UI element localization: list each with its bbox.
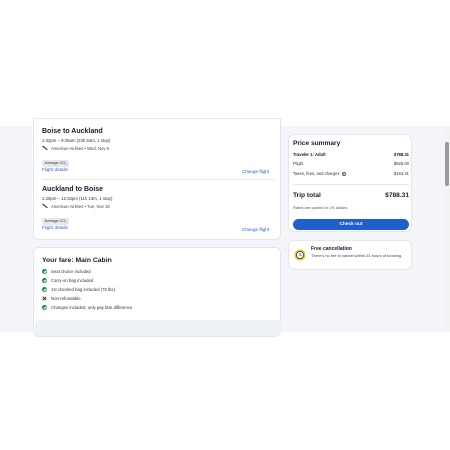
scrollbar-thumb[interactable] bbox=[445, 142, 449, 186]
info-icon[interactable]: i bbox=[341, 172, 346, 176]
fare-title: Your fare: Main Cabin bbox=[42, 257, 112, 264]
fare-feature: Seat choice included bbox=[42, 269, 91, 274]
return-title: Auckland to Boise bbox=[42, 186, 104, 193]
return-change-flight-link[interactable]: Change flight bbox=[242, 227, 269, 232]
taxes-row: Taxes, fees, and charges i $163.31 bbox=[293, 171, 409, 176]
traveler-value: $788.31 bbox=[393, 152, 409, 157]
check-icon bbox=[42, 278, 47, 283]
free-cancellation-title: Free cancellation bbox=[311, 246, 352, 252]
fare-feature-label: Changes included, only pay fare differen… bbox=[51, 305, 133, 310]
return-airline: American Airlines • Tue, Nov 18 bbox=[51, 203, 110, 209]
fare-feature: Changes included, only pay fare differen… bbox=[42, 305, 132, 310]
return-airline-row: American Airlines • Tue, Nov 18 bbox=[42, 203, 274, 209]
fare-feature: Non-refundable bbox=[42, 296, 81, 301]
flight-price-row: Flight $625.00 bbox=[293, 161, 409, 166]
outbound-airline: American Airlines • Wed, Nov 5 bbox=[51, 145, 109, 151]
outbound-co2-badge: Average CO₂ bbox=[42, 159, 70, 167]
check-icon bbox=[42, 305, 47, 310]
fare-feature-label: Carry-on bag included bbox=[51, 278, 94, 283]
check-icon bbox=[42, 287, 47, 292]
fare-card: Your fare: Main Cabin Seat choice includ… bbox=[33, 247, 281, 337]
return-time: 1:20pm – 12:33pm (11h 13m, 1 stop) bbox=[42, 196, 113, 201]
calendar-clock-icon bbox=[294, 249, 306, 261]
outbound-leg: Boise to Auckland 1:32pm – 9:25am (23h 5… bbox=[42, 128, 274, 169]
check-out-button[interactable]: Check out bbox=[293, 219, 409, 230]
flights-card: Boise to Auckland 1:32pm – 9:25am (23h 5… bbox=[33, 118, 281, 240]
airline-logo-icon bbox=[42, 145, 48, 151]
taxes-value: $163.31 bbox=[393, 171, 409, 176]
return-flight-details-link[interactable]: Flight details bbox=[42, 225, 68, 230]
price-summary-title: Price summary bbox=[293, 140, 341, 147]
x-icon bbox=[42, 296, 47, 301]
rates-note: Rates are quoted in US dollars bbox=[293, 205, 348, 210]
outbound-flight-details-link[interactable]: Flight details bbox=[42, 167, 68, 172]
fare-feature: Carry-on bag included bbox=[42, 278, 93, 283]
outbound-change-flight-link[interactable]: Change flight bbox=[242, 169, 269, 174]
trip-total-row: Trip total $788.31 bbox=[293, 192, 409, 199]
outbound-time: 1:32pm – 9:25am (23h 53m, 1 stop) bbox=[42, 138, 111, 143]
fare-feature-label: 1st checked bag included (70 lbs) bbox=[51, 287, 116, 292]
trip-total-value: $788.31 bbox=[385, 192, 409, 199]
flight-value: $625.00 bbox=[393, 161, 409, 166]
traveler-label: Traveler 1: Adult bbox=[293, 152, 326, 157]
trip-total-label: Trip total bbox=[293, 192, 321, 199]
leg-divider bbox=[42, 179, 274, 180]
fare-feature-label: Non-refundable bbox=[51, 296, 81, 301]
fare-footer bbox=[35, 320, 281, 336]
free-cancellation-text: There's no fee to cancel within 24 hours… bbox=[311, 253, 403, 258]
check-icon bbox=[42, 269, 47, 274]
fare-feature: 1st checked bag included (70 lbs) bbox=[42, 287, 115, 292]
price-summary-card: Price summary Traveler 1: Adult $788.31 … bbox=[288, 134, 412, 232]
return-leg: Auckland to Boise 1:20pm – 12:33pm (11h … bbox=[42, 186, 274, 227]
traveler-row: Traveler 1: Adult $788.31 bbox=[293, 152, 409, 157]
flight-label: Flight bbox=[293, 161, 304, 166]
taxes-label: Taxes, fees, and charges bbox=[293, 171, 340, 176]
price-divider bbox=[293, 184, 409, 185]
fare-feature-label: Seat choice included bbox=[51, 269, 91, 274]
return-co2-badge: Average CO₂ bbox=[42, 217, 70, 225]
free-cancellation-card: Free cancellation There's no fee to canc… bbox=[288, 240, 412, 270]
airline-logo-icon bbox=[42, 203, 48, 209]
outbound-title: Boise to Auckland bbox=[42, 128, 103, 135]
outbound-airline-row: American Airlines • Wed, Nov 5 bbox=[42, 145, 274, 151]
